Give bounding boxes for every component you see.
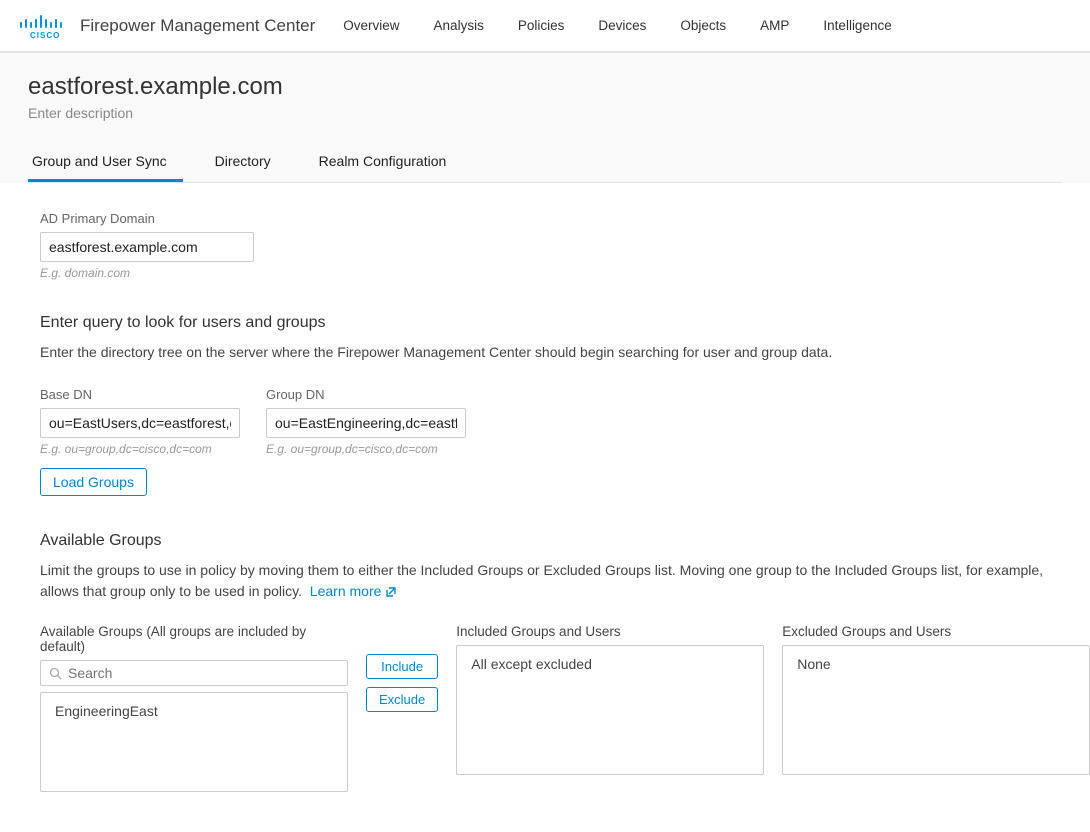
nav-amp[interactable]: AMP: [760, 18, 789, 33]
load-groups-button[interactable]: Load Groups: [40, 468, 147, 496]
available-groups-list[interactable]: EngineeringEast: [40, 692, 348, 792]
available-groups-title: Available Groups: [40, 532, 1050, 550]
included-groups-list[interactable]: All except excluded: [456, 645, 764, 775]
exclude-button[interactable]: Exclude: [366, 687, 438, 712]
ad-domain-hint: E.g. domain.com: [40, 266, 1050, 280]
learn-more-link[interactable]: Learn more: [310, 581, 398, 602]
included-groups-column: Included Groups and Users All except exc…: [456, 624, 764, 792]
base-dn-label: Base DN: [40, 387, 240, 402]
page-title: eastforest.example.com: [28, 73, 1062, 101]
page-header-area: eastforest.example.com Enter description…: [0, 52, 1090, 183]
nav-intelligence[interactable]: Intelligence: [823, 18, 891, 33]
nav-policies[interactable]: Policies: [518, 18, 565, 33]
group-dn-label: Group DN: [266, 387, 466, 402]
query-section: Enter query to look for users and groups…: [40, 314, 1050, 496]
cisco-logo: CISCO: [18, 13, 62, 39]
ad-primary-domain-section: AD Primary Domain E.g. domain.com: [40, 211, 1050, 280]
available-groups-section: Available Groups Limit the groups to use…: [40, 532, 1050, 792]
tab-realm-config[interactable]: Realm Configuration: [315, 143, 463, 182]
nav-menu: Overview Analysis Policies Devices Objec…: [343, 18, 891, 33]
tab-group-user-sync[interactable]: Group and User Sync: [28, 143, 183, 182]
available-groups-column: Available Groups (All groups are include…: [40, 624, 348, 792]
base-dn-input[interactable]: [40, 408, 240, 438]
tab-directory[interactable]: Directory: [211, 143, 287, 182]
query-title: Enter query to look for users and groups: [40, 314, 1050, 332]
page-subtitle: Enter description: [28, 105, 1062, 121]
group-dn-hint: E.g. ou=group,dc=cisco,dc=com: [266, 442, 466, 456]
excluded-groups-list[interactable]: None: [782, 645, 1090, 775]
group-dn-field: Group DN E.g. ou=group,dc=cisco,dc=com: [266, 387, 466, 456]
content: AD Primary Domain E.g. domain.com Enter …: [0, 183, 1090, 832]
nav-devices[interactable]: Devices: [598, 18, 646, 33]
tabs: Group and User Sync Directory Realm Conf…: [28, 143, 1062, 183]
include-button[interactable]: Include: [366, 654, 438, 679]
ad-domain-input[interactable]: [40, 232, 254, 262]
available-groups-label: Available Groups (All groups are include…: [40, 624, 348, 654]
base-dn-field: Base DN E.g. ou=group,dc=cisco,dc=com: [40, 387, 240, 456]
transfer-buttons: Include Exclude: [366, 624, 438, 792]
search-icon: [49, 667, 62, 680]
available-groups-search[interactable]: [40, 660, 348, 686]
nav-analysis[interactable]: Analysis: [434, 18, 484, 33]
included-groups-label: Included Groups and Users: [456, 624, 764, 639]
nav-objects[interactable]: Objects: [680, 18, 726, 33]
product-title: Firepower Management Center: [80, 16, 315, 36]
available-groups-search-input[interactable]: [68, 665, 339, 681]
excluded-groups-label: Excluded Groups and Users: [782, 624, 1090, 639]
list-item[interactable]: EngineeringEast: [55, 703, 333, 719]
available-groups-desc: Limit the groups to use in policy by mov…: [40, 560, 1050, 602]
external-link-icon: [385, 586, 397, 598]
base-dn-hint: E.g. ou=group,dc=cisco,dc=com: [40, 442, 240, 456]
group-dn-input[interactable]: [266, 408, 466, 438]
excluded-groups-column: Excluded Groups and Users None: [782, 624, 1090, 792]
top-nav: CISCO Firepower Management Center Overvi…: [0, 0, 1090, 52]
svg-text:CISCO: CISCO: [30, 31, 60, 39]
nav-overview[interactable]: Overview: [343, 18, 399, 33]
query-desc: Enter the directory tree on the server w…: [40, 342, 1050, 363]
ad-domain-label: AD Primary Domain: [40, 211, 1050, 226]
